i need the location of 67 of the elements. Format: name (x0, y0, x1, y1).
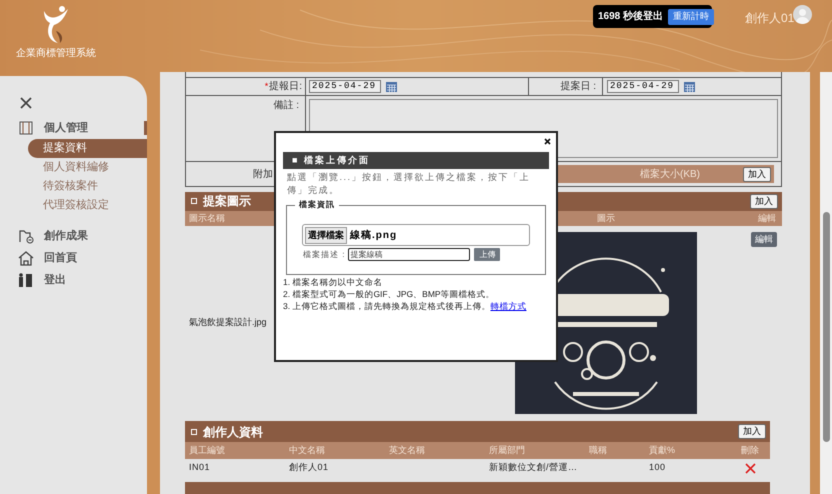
user-name: 創作人01 (745, 10, 794, 27)
note-text: 2. 檔案型式可為一般的GIF、JPG、BMP等圖檔格式。 (283, 288, 496, 300)
column-header: 貢獻% (648, 444, 676, 457)
column-header: 英文名稱 (388, 444, 426, 457)
close-icon[interactable] (19, 96, 33, 110)
column-header: 員工編號 (188, 444, 226, 457)
square-icon (191, 198, 197, 204)
add-button[interactable]: 加入 (738, 424, 766, 439)
convert-link[interactable]: 轉檔方式 (490, 300, 526, 312)
field-label: 附加 (253, 168, 273, 182)
section-title: 創作人資料 (203, 424, 263, 440)
column-header: 編輯 (757, 212, 777, 225)
sidebar-item[interactable]: 回首頁 (44, 250, 77, 266)
choose-file-button[interactable]: 選擇檔案 (305, 226, 347, 244)
field-label: 備註 : (273, 98, 299, 113)
submenu-item[interactable]: 待簽核案件 (28, 177, 147, 196)
column-header: 檔案大小(KB) (640, 168, 700, 182)
column-header: 圖示名稱 (188, 212, 226, 225)
dialog-title: ■ 檔案上傳介面 (283, 152, 549, 169)
close-icon[interactable] (544, 138, 551, 145)
document-icon (18, 228, 34, 244)
reset-timer-button[interactable]: 重新計時 (668, 8, 714, 24)
column-header: 圖示 (596, 212, 616, 225)
instruction-text: 點選「瀏覽...」按鈕，選擇欲上傳之檔案，按下「上傳」完成。 (286, 171, 532, 197)
sidebar-item[interactable]: 創作成果 (44, 228, 88, 244)
countdown-text: 1698 秒後登出 (598, 10, 664, 24)
delete-icon[interactable] (744, 462, 756, 474)
square-icon (191, 428, 197, 434)
required-mark: * (264, 80, 268, 93)
table-cell-text: IN01 (188, 461, 212, 474)
calendar-icon[interactable] (684, 82, 695, 92)
submenu-item[interactable]: 代理簽核設定 (28, 196, 147, 215)
submenu-item[interactable]: 提案資料 (28, 139, 147, 158)
note-text: 1. 檔案名稱勿以中文命名 (283, 276, 384, 288)
description-field[interactable]: 提案線稿 (348, 248, 470, 261)
section-title: 提案圖示 (203, 193, 251, 210)
field-label: 提報日: (269, 80, 302, 94)
add-button[interactable]: 加入 (750, 194, 778, 209)
frame-icon (18, 120, 34, 136)
date-field[interactable]: 2025-04-29 (607, 80, 679, 93)
note-text: 3. 上傳它格式圖檔，請先轉換為規定格式後再上傳。 (283, 300, 490, 312)
table-cell-text: 創作人01 (288, 461, 330, 474)
home-icon (18, 250, 34, 266)
upload-button[interactable]: 上傳 (474, 248, 500, 261)
column-header: 中文名稱 (288, 444, 326, 457)
file-input[interactable]: 選擇檔案 線稿.png (302, 224, 530, 246)
column-header: 職稱 (588, 444, 608, 457)
calendar-icon[interactable] (386, 82, 397, 92)
add-button[interactable]: 加入 (743, 166, 771, 182)
column-header: 刪除 (740, 444, 760, 457)
field-label: 檔案描述 : (303, 248, 346, 260)
scrollbar-thumb[interactable] (822, 212, 830, 442)
avatar-icon (793, 5, 812, 24)
edit-button[interactable]: 編輯 (751, 232, 777, 247)
column-header: 所屬部門 (488, 444, 526, 457)
date-field[interactable]: 2025-04-29 (309, 80, 381, 93)
table-cell-text: 氣泡飲提案設計.jpg (189, 316, 267, 330)
table-cell-text: 100 (648, 461, 667, 474)
system-name: 企業商標管理系統 (16, 46, 96, 61)
exit-icon (18, 272, 34, 288)
submenu-item[interactable]: 個人資料編修 (28, 158, 147, 177)
file-name: 線稿.png (350, 228, 398, 242)
sidebar-item[interactable]: 個人管理 (44, 120, 88, 136)
table-cell-text: 新穎數位文創/營運… (488, 461, 579, 474)
sidebar-item[interactable]: 登出 (44, 272, 66, 288)
group-legend: 檔案資訊 (295, 199, 339, 211)
field-label: 提案日 : (560, 80, 596, 94)
